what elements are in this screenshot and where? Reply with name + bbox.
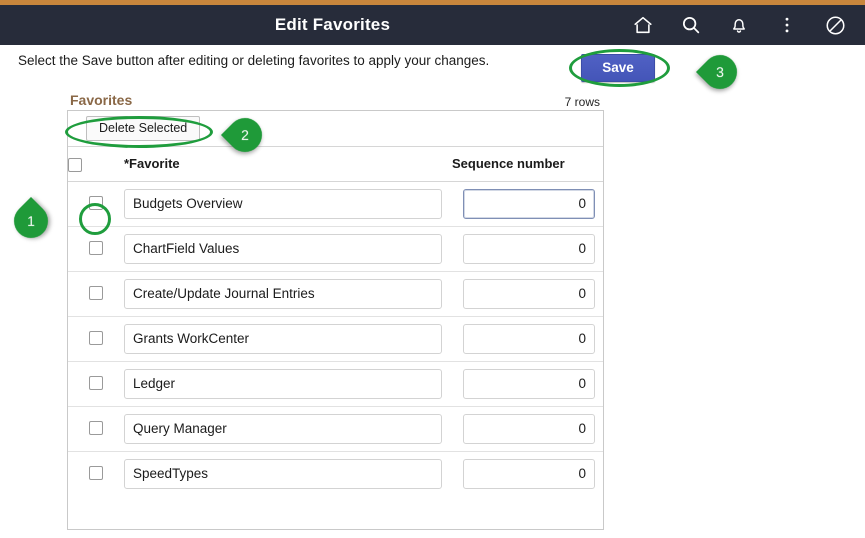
row-select-checkbox[interactable] xyxy=(89,196,103,211)
sequence-column-header: Sequence number xyxy=(452,147,603,182)
favorite-name-input[interactable] xyxy=(124,233,442,264)
row-select-cell xyxy=(68,361,124,407)
row-select-cell xyxy=(68,406,124,452)
edit-favorites-page: Edit Favorites Select the Save button af… xyxy=(0,0,865,538)
favorite-name-cell xyxy=(124,181,452,227)
favorite-name-input[interactable] xyxy=(124,278,442,309)
favorite-name-input[interactable] xyxy=(124,188,442,219)
sequence-number-cell xyxy=(452,451,603,496)
sequence-number-cell xyxy=(452,181,603,227)
favorite-name-input[interactable] xyxy=(124,323,442,354)
favorite-name-cell xyxy=(124,361,452,407)
navbar-compass-icon[interactable] xyxy=(811,5,859,45)
row-select-checkbox[interactable] xyxy=(89,421,103,436)
table-row xyxy=(68,226,603,272)
table-row xyxy=(68,316,603,362)
table-row xyxy=(68,181,603,227)
rows-count-label: 7 rows xyxy=(564,95,600,109)
bell-icon[interactable] xyxy=(715,5,763,45)
row-select-checkbox[interactable] xyxy=(89,241,103,256)
row-select-cell xyxy=(68,316,124,362)
kebab-menu-icon[interactable] xyxy=(763,5,811,45)
sequence-number-input[interactable] xyxy=(463,323,595,354)
callout-badge-3: 3 xyxy=(695,47,745,97)
home-icon[interactable] xyxy=(619,5,667,45)
table-row xyxy=(68,406,603,452)
page-title: Edit Favorites xyxy=(274,15,391,34)
sequence-number-cell xyxy=(452,271,603,317)
section-title: Favorites xyxy=(70,92,133,108)
sequence-number-cell xyxy=(452,406,603,452)
row-select-checkbox[interactable] xyxy=(89,376,103,391)
select-all-checkbox[interactable] xyxy=(68,157,82,172)
table-header-row: *Favorite Sequence number xyxy=(68,147,603,182)
search-icon[interactable] xyxy=(667,5,715,45)
sequence-number-input[interactable] xyxy=(463,458,595,489)
favorite-name-input[interactable] xyxy=(124,413,442,444)
sequence-number-cell xyxy=(452,226,603,272)
sequence-number-input[interactable] xyxy=(463,413,595,444)
table-row xyxy=(68,361,603,407)
sequence-number-cell xyxy=(452,361,603,407)
favorites-table: *Favorite Sequence number xyxy=(68,147,603,496)
favorite-name-input[interactable] xyxy=(124,458,442,489)
row-select-cell xyxy=(68,271,124,317)
row-select-cell xyxy=(68,226,124,272)
favorite-name-cell xyxy=(124,451,452,496)
header-icon-group xyxy=(619,5,859,45)
callout-badge-1: 1 xyxy=(6,196,56,246)
sequence-number-input[interactable] xyxy=(463,278,595,309)
row-select-checkbox[interactable] xyxy=(89,466,103,481)
favorite-name-cell xyxy=(124,226,452,272)
sequence-number-input[interactable] xyxy=(463,368,595,399)
row-select-checkbox[interactable] xyxy=(89,331,103,346)
sequence-number-input[interactable] xyxy=(463,233,595,264)
sequence-number-input[interactable] xyxy=(463,188,595,219)
row-select-cell xyxy=(68,181,124,227)
favorites-grid: Delete Selected *Favorite Sequence numbe… xyxy=(67,110,604,530)
favorite-column-header: *Favorite xyxy=(124,147,452,182)
sequence-number-cell xyxy=(452,316,603,362)
favorite-name-input[interactable] xyxy=(124,368,442,399)
grid-toolbar: Delete Selected xyxy=(68,111,603,147)
delete-selected-button[interactable]: Delete Selected xyxy=(86,116,201,141)
row-select-checkbox[interactable] xyxy=(89,286,103,301)
instruction-text: Select the Save button after editing or … xyxy=(18,53,490,68)
table-row xyxy=(68,271,603,317)
favorite-name-cell xyxy=(124,406,452,452)
favorite-name-cell xyxy=(124,316,452,362)
favorites-table-body xyxy=(68,181,603,496)
favorite-name-cell xyxy=(124,271,452,317)
select-all-header xyxy=(68,147,124,182)
table-row xyxy=(68,451,603,496)
row-select-cell xyxy=(68,451,124,496)
save-button[interactable]: Save xyxy=(581,54,655,82)
